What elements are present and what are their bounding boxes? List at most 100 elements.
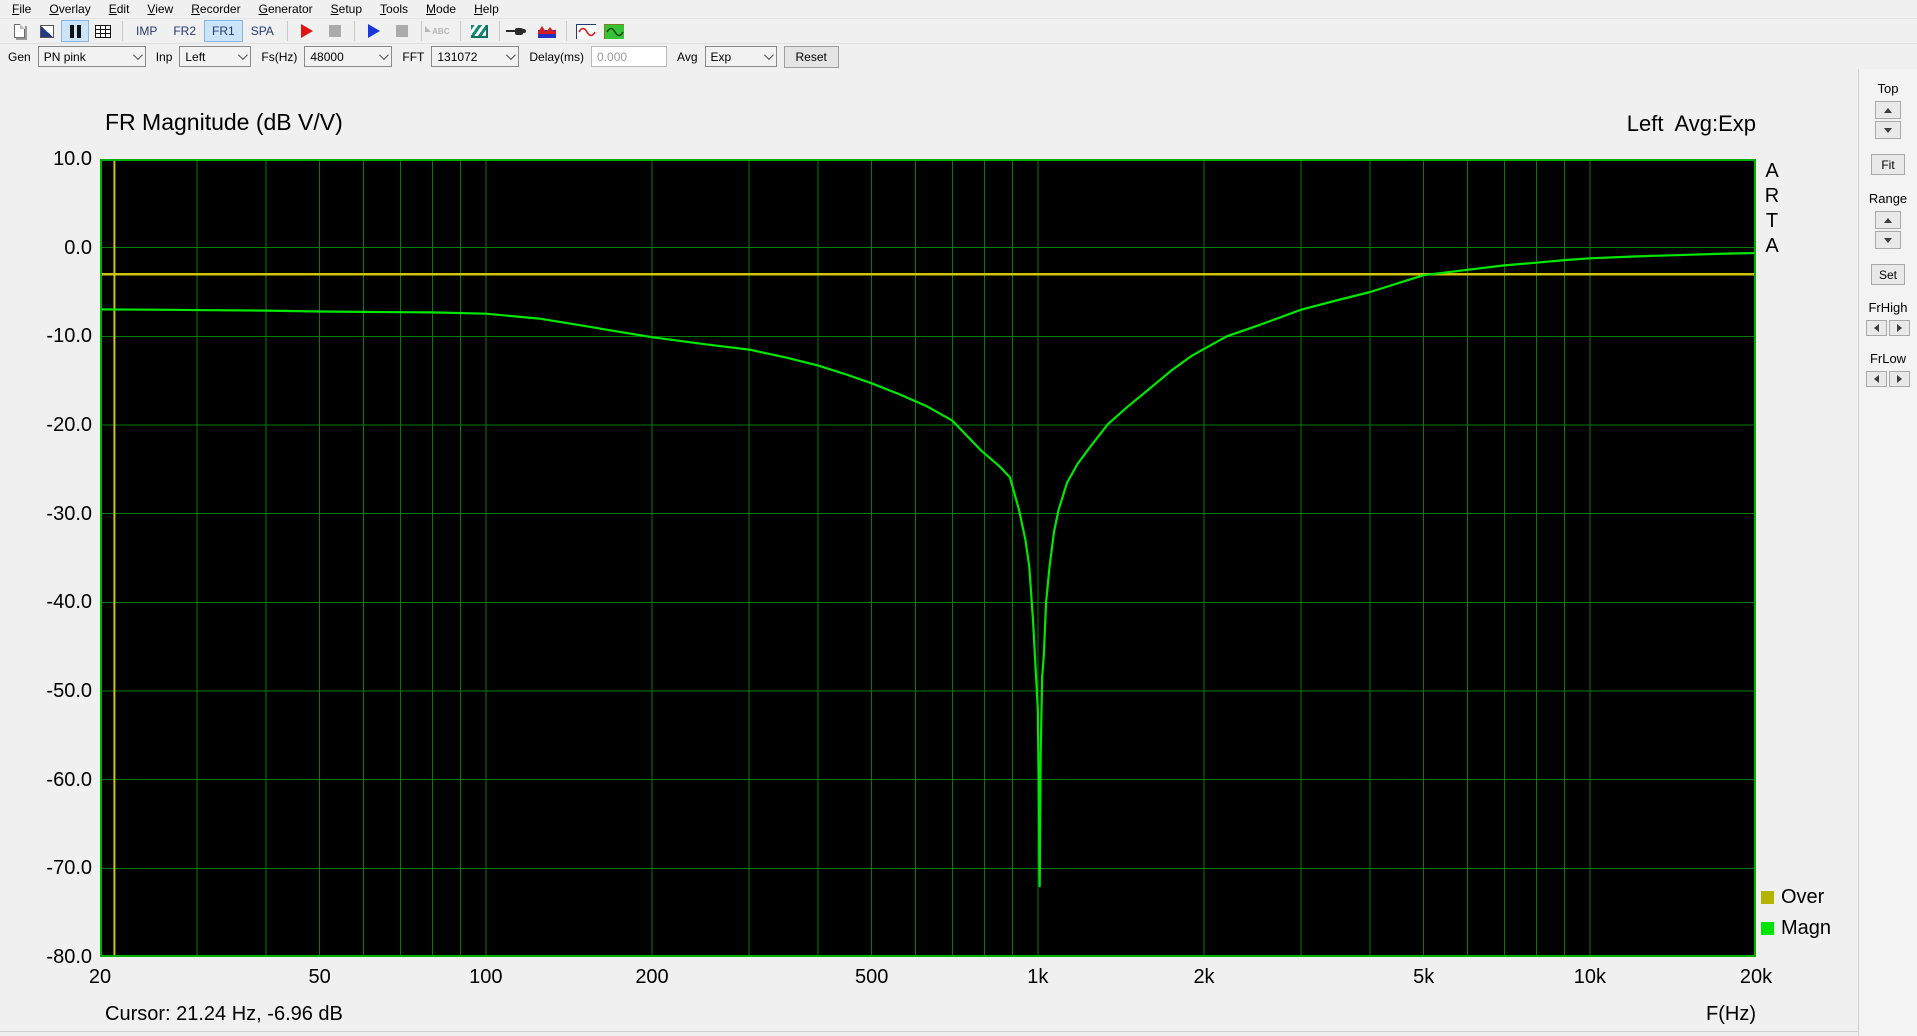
mode-button-fr1[interactable]: FR1 xyxy=(204,20,243,42)
frlow-increase-button[interactable] xyxy=(1889,371,1910,387)
x-axis-title: F(Hz) xyxy=(1706,1003,1756,1025)
arrow-right-icon xyxy=(1897,324,1902,332)
record-start-icon xyxy=(300,24,313,38)
abc-calibrate-icon: ABC xyxy=(432,26,450,36)
y-tick-label: -40.0 xyxy=(46,591,92,614)
legend-label: Over xyxy=(1781,885,1825,908)
inp-combobox[interactable]: Left xyxy=(179,46,252,67)
frhigh-label: FrHigh xyxy=(1868,300,1908,315)
y-tick-label: 0.0 xyxy=(64,236,92,259)
top-label: Top xyxy=(1877,81,1899,96)
top-up-button[interactable] xyxy=(1875,101,1901,119)
legend-label: Magn xyxy=(1781,916,1832,939)
gen-label: Gen xyxy=(8,49,31,64)
x-tick-label: 50 xyxy=(308,966,331,988)
toolbar-separator xyxy=(498,21,500,41)
x-tick-label: 20k xyxy=(1739,966,1773,988)
menu-item-edit[interactable]: Edit xyxy=(100,0,139,18)
toolbar-separator xyxy=(459,21,461,41)
avg-label: Avg xyxy=(677,49,698,64)
stop-button[interactable] xyxy=(388,20,416,42)
fft-label: FFT xyxy=(402,49,425,64)
spectrum-button[interactable] xyxy=(533,20,561,42)
x-tick-label: 500 xyxy=(854,966,889,988)
gen-value: PN pink xyxy=(43,49,86,64)
fs-combobox[interactable]: 48000 xyxy=(304,46,393,67)
gen-combobox[interactable]: PN pink xyxy=(37,46,146,67)
avg-combobox[interactable]: Exp xyxy=(704,46,777,67)
menu-item-help[interactable]: Help xyxy=(465,0,508,18)
y-tick-label: -60.0 xyxy=(46,768,92,791)
y-tick-label: -20.0 xyxy=(46,414,92,436)
delay-input[interactable]: 0.000 xyxy=(591,46,668,67)
chevron-down-icon xyxy=(238,50,249,61)
plug-icon xyxy=(505,27,526,35)
measurement-settings-bar: Gen PN pink Inp Left Fs(Hz) 48000 FFT 13… xyxy=(0,43,1917,70)
chevron-down-icon xyxy=(379,50,390,61)
chevron-down-icon xyxy=(132,50,143,61)
overlay-button[interactable] xyxy=(33,20,61,42)
fft-combobox[interactable]: 131072 xyxy=(431,46,520,67)
frlow-decrease-button[interactable] xyxy=(1866,371,1887,387)
chart-title: FR Magnitude (dB V/V) xyxy=(105,109,343,135)
delay-value: 0.000 xyxy=(597,49,628,64)
legend-swatch xyxy=(1761,921,1774,935)
reset-button[interactable]: Reset xyxy=(783,45,839,68)
inp-label: Inp xyxy=(155,49,173,64)
menu-item-overlay[interactable]: Overlay xyxy=(40,0,99,18)
mode-button-spa[interactable]: SPA xyxy=(243,20,282,42)
frhigh-spinner xyxy=(1866,320,1910,338)
microphone-button[interactable] xyxy=(505,20,533,42)
table-view-button[interactable] xyxy=(89,20,117,42)
record-stop-icon xyxy=(328,25,341,37)
x-tick-label: 5k xyxy=(1413,966,1435,988)
play-button[interactable] xyxy=(360,20,388,42)
delay-label: Delay(ms) xyxy=(529,49,585,64)
record-start-button[interactable] xyxy=(293,20,321,42)
menu-item-setup[interactable]: Setup xyxy=(322,0,371,18)
signal-generator-button[interactable] xyxy=(466,20,494,42)
x-tick-label: 200 xyxy=(635,966,669,988)
arrow-left-icon xyxy=(1874,324,1879,332)
range-label: Range xyxy=(1868,191,1908,206)
fs-label: Fs(Hz) xyxy=(261,49,298,64)
new-document-button[interactable] xyxy=(5,20,33,42)
y-tick-label: 10.0 xyxy=(53,148,92,170)
cursor-readout: Cursor: 21.24 Hz, -6.96 dB xyxy=(105,1003,343,1025)
pause-button[interactable] xyxy=(61,20,89,42)
menu-bar: File Overlay Edit View Recorder Generator Setu… xyxy=(0,0,1917,18)
abc-calibrate-button[interactable]: ABC xyxy=(427,20,455,42)
toolbar-main: IMP FR2 FR1 SPA ABC xyxy=(0,18,1917,43)
range-up-button[interactable] xyxy=(1875,211,1901,229)
top-down-button[interactable] xyxy=(1875,121,1901,139)
x-tick-label: 1k xyxy=(1027,966,1049,988)
toolbar-separator xyxy=(353,21,355,41)
signal-view-button[interactable] xyxy=(572,20,600,42)
range-down-button[interactable] xyxy=(1875,231,1901,249)
stripes-signal-icon xyxy=(471,24,489,38)
menu-item-generator[interactable]: Generator xyxy=(250,0,322,18)
scope-view-button[interactable] xyxy=(600,20,628,42)
set-button[interactable]: Set xyxy=(1871,264,1905,285)
legend-swatch xyxy=(1761,890,1774,904)
mode-button-fr2[interactable]: FR2 xyxy=(165,20,204,42)
record-stop-button[interactable] xyxy=(321,20,349,42)
mode-button-imp[interactable]: IMP xyxy=(128,20,165,42)
x-tick-label: 100 xyxy=(469,966,503,988)
chevron-down-icon xyxy=(506,50,517,61)
menu-item-tools[interactable]: Tools xyxy=(371,0,417,18)
y-tick-label: -50.0 xyxy=(46,680,92,702)
fit-button[interactable]: Fit xyxy=(1871,154,1905,175)
overlay-icon xyxy=(40,24,54,38)
menu-item-file[interactable]: File xyxy=(3,0,40,18)
plot-scale-panel: Top Fit Range Set FrHigh FrLow xyxy=(1858,69,1917,1036)
frhigh-increase-button[interactable] xyxy=(1889,320,1910,336)
frhigh-decrease-button[interactable] xyxy=(1866,320,1887,336)
fr-magnitude-plot[interactable] xyxy=(100,159,1756,957)
menu-item-recorder[interactable]: Recorder xyxy=(182,0,249,18)
arrow-down-icon xyxy=(1884,127,1892,133)
menu-item-mode[interactable]: Mode xyxy=(417,0,465,18)
y-tick-label: -30.0 xyxy=(46,502,92,525)
menu-item-view[interactable]: View xyxy=(138,0,182,18)
mode-button-group: IMP FR2 FR1 SPA xyxy=(128,20,282,42)
